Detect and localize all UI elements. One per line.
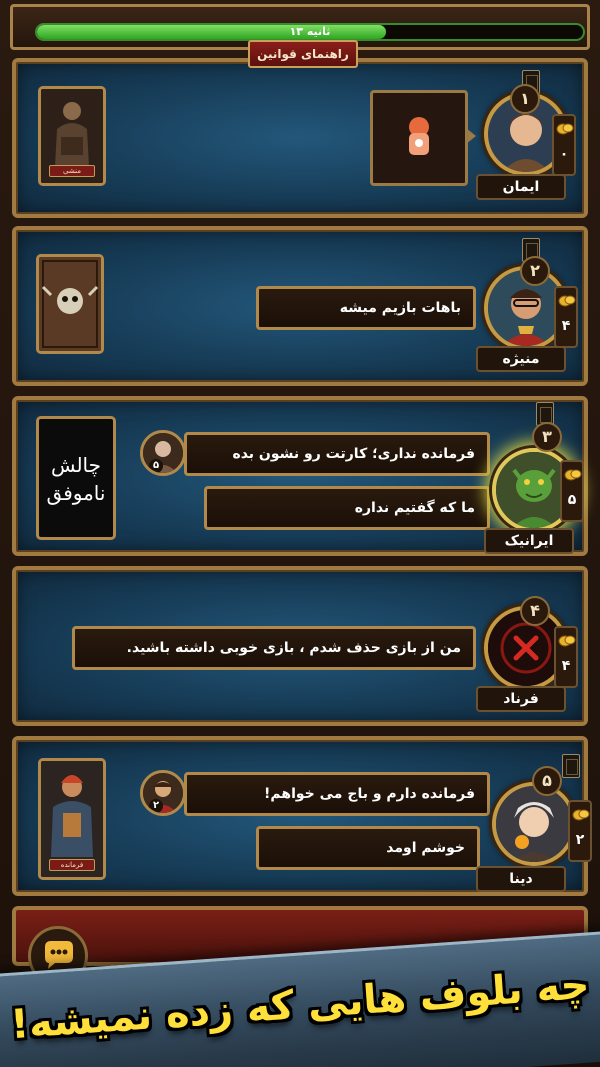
player-panel-4: من از بازی حذف شدم ، بازی خوبی داشته باش… [12,566,588,726]
chat-bubble: خوشم اومد [256,826,480,870]
coin-count: ۴ [561,318,571,334]
rank-badge: ۵ [532,766,562,796]
coin-counter: ۲ [568,800,592,862]
challenge-failed-card: چالش ناموفق [36,416,116,540]
chat-bubble: باهات بازیم میشه [256,286,476,330]
skull-card-back-icon [39,257,101,351]
target-player-avatar[interactable]: ۵ [140,430,186,476]
timer-track: ۱۳ ثانیه [35,23,585,41]
coin-icon [564,469,582,481]
coin-counter: ۴ [554,286,578,348]
action-bubble: فرمانده نداری؛ کارتت رو نشون بده [184,432,490,476]
chat-bubble: من از بازی حذف شدم ، بازی خوبی داشته باش… [72,626,476,670]
challenge-line-1: چالش [50,453,102,477]
chat-message: خوشم اومد [386,840,465,856]
coin-count: ۲ [575,832,585,848]
avatar[interactable] [492,782,576,866]
challenge-line-2: ناموفق [46,481,106,505]
bubble-tail [479,841,480,857]
rank-badge: ۲ [520,256,550,286]
action-text: فرمانده نداری؛ کارتت رو نشون بده [232,446,475,462]
chat-bubble: ما که گفتیم نداره [204,486,490,530]
coin-counter: ۵ [560,460,584,522]
face-down-card[interactable] [36,254,104,354]
rules-guide-button[interactable]: راهنمای قوانین [248,40,358,68]
target-player-avatar[interactable]: ۲ [140,770,186,816]
action-text: فرمانده دارم و باج می خواهم! [264,786,475,802]
player-panel-1: منشی ۱ ۰ ایمان [12,58,588,218]
coin-counter: ۰ [552,114,576,176]
coin-icon [558,295,576,307]
card-label: منشی [49,165,95,177]
player-panel-5: فرمانده ۲ فرمانده دارم و باج می خواهم! خ… [12,736,592,896]
rank-badge: ۴ [520,596,550,626]
hidden-card-icon [562,754,580,778]
revealed-card[interactable]: منشی [38,86,106,186]
player-panel-2: باهات بازیم میشه ۲ ۴ منیژه [12,226,588,386]
bubble-tail [489,501,490,517]
player-name: منیژه [476,346,566,372]
chat-message: باهات بازیم میشه [339,300,461,316]
action-bubble: فرمانده دارم و باج می خواهم! [184,772,490,816]
rank-badge: ۳ [532,422,562,452]
bubble-tail [475,641,476,657]
target-coin-count: ۲ [149,799,163,813]
emote-pointer [466,128,476,144]
coin-count: ۵ [567,492,577,508]
rank-badge: ۱ [510,84,540,114]
game-screen: ۱۳ ثانیه راهنمای قوانین منشی ۱ ۰ ایمان ب… [0,0,600,1067]
target-coin-count: ۵ [149,459,163,473]
player-name: ایمان [476,174,566,200]
coin-icon [558,635,576,647]
player-portrait-icon [496,786,572,862]
coin-icon [556,123,574,135]
revealed-card[interactable]: فرمانده [38,758,106,880]
coin-count: ۰ [559,146,569,162]
chat-message: ما که گفتیم نداره [354,500,475,516]
hand-gesture-icon [409,117,429,155]
player-name: فرناد [476,686,566,712]
bubble-tail [475,301,476,317]
player-panel-3: چالش ناموفق ۵ فرمانده نداری؛ کارتت رو نش… [12,396,588,556]
card-label: فرمانده [49,859,95,871]
coin-count: ۴ [561,658,571,674]
coin-counter: ۴ [554,626,578,688]
timer-text: ۱۳ ثانیه [289,25,331,38]
player-name: دینا [476,866,566,892]
emote-box [370,90,468,186]
player-name: ایرانیک [484,528,574,554]
chat-message: من از بازی حذف شدم ، بازی خوبی داشته باش… [126,640,461,656]
coin-icon [572,809,590,821]
